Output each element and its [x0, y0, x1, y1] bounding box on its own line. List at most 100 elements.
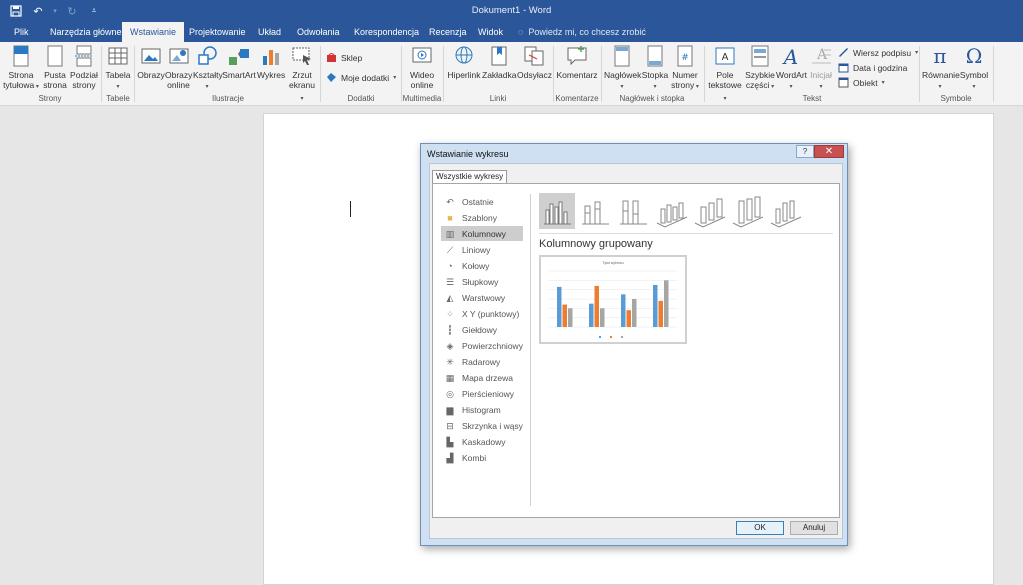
- chart-category-radar[interactable]: ✳ Radarowy: [441, 354, 523, 369]
- comment-icon: [567, 46, 587, 66]
- preview-legend-swatch: [621, 336, 623, 338]
- footer-button[interactable]: Stopka ▾: [641, 45, 669, 92]
- footer-icon: [647, 45, 663, 67]
- smartart-label: SmartArt: [222, 70, 256, 80]
- chart-button[interactable]: Wykres: [257, 45, 285, 80]
- preview-legend: [599, 336, 623, 338]
- text-cursor: [350, 201, 351, 217]
- page-break-button[interactable]: Podział strony: [70, 45, 98, 90]
- page-number-button[interactable]: # Numer strony ▾: [670, 45, 700, 92]
- subtype-3d-100-stacked-column[interactable]: [729, 193, 765, 229]
- tab-insert[interactable]: Wstawianie: [122, 22, 185, 42]
- bookmark-label: Zakładka: [482, 70, 517, 80]
- tab-layout[interactable]: Układ: [250, 22, 289, 42]
- subtype-stacked-column[interactable]: [577, 193, 613, 229]
- tab-all-charts[interactable]: Wszystkie wykresy: [432, 170, 508, 183]
- chart-category-histogram[interactable]: ▆ Histogram: [441, 402, 523, 417]
- tab-file[interactable]: Plik: [6, 22, 37, 42]
- chart-category-surface[interactable]: ◈ Powierzchniowy: [441, 338, 523, 353]
- chevron-down-icon: ▾: [34, 84, 39, 90]
- shapes-button[interactable]: Kształty ▾: [193, 45, 223, 92]
- chart-category-box-whisker[interactable]: ⊟ Skrzynka i wąsy: [441, 418, 523, 433]
- bookmark-button[interactable]: Zakładka: [482, 45, 517, 80]
- blank-page-button[interactable]: Pusta strona: [42, 45, 68, 90]
- cover-page-button[interactable]: Strona tytułowa ▾: [3, 45, 39, 92]
- chart-category-pie[interactable]: ◔ Kołowy: [441, 258, 523, 273]
- column-chart-icon: ▥: [445, 228, 455, 239]
- cross-reference-label: Odsyłacz: [517, 70, 552, 80]
- tab-review[interactable]: Recenzja: [421, 22, 475, 42]
- tab-mailings[interactable]: Korespondencja: [346, 22, 427, 42]
- chart-category-scatter[interactable]: ⁘ X Y (punktowy): [441, 306, 523, 321]
- my-addins-button[interactable]: Moje dodatki ▾: [326, 72, 396, 83]
- cover-page-icon: [13, 45, 29, 67]
- quick-parts-button[interactable]: Szybkie części ▾: [744, 45, 776, 92]
- tab-home[interactable]: Narzędzia główne: [42, 22, 130, 42]
- object-button[interactable]: Obiekt ▾: [838, 77, 885, 88]
- header-button[interactable]: Nagłówek ▾: [604, 45, 641, 92]
- category-label: Powierzchniowy: [462, 340, 523, 351]
- category-label: Kolumnowy: [462, 228, 506, 239]
- page-break-label-1: Podział: [70, 70, 98, 80]
- subtype-3d-stacked-column[interactable]: [691, 193, 727, 229]
- svg-text:#: #: [681, 53, 689, 63]
- cancel-button[interactable]: Anuluj: [790, 521, 838, 535]
- chart-category-bar[interactable]: ☰ Słupkowy: [441, 274, 523, 289]
- chart-preview[interactable]: Tytuł wykresu: [539, 255, 687, 344]
- chart-category-stock[interactable]: ┇ Giełdowy: [441, 322, 523, 337]
- cross-reference-button[interactable]: Odsyłacz: [517, 45, 552, 80]
- chart-subtype-row: [539, 193, 839, 229]
- chart-category-sunburst[interactable]: ◎ Pierścieniowy: [441, 386, 523, 401]
- subtype-clustered-column[interactable]: [539, 193, 575, 229]
- chart-category-column[interactable]: ▥ Kolumnowy: [441, 226, 523, 241]
- tell-me-box[interactable]: ◌ Powiedz mi, co chcesz zrobić: [518, 22, 646, 42]
- comment-button[interactable]: Komentarz: [556, 45, 598, 80]
- preview-bar: [632, 299, 637, 327]
- online-video-button[interactable]: Wideo online: [406, 45, 438, 90]
- equation-button[interactable]: π Równanie ▾: [922, 45, 960, 92]
- wordart-button[interactable]: A WordArt ▾: [776, 45, 807, 92]
- store-button[interactable]: Sklep: [326, 52, 362, 63]
- signature-line-button[interactable]: Wiersz podpisu ▾: [838, 47, 918, 58]
- preview-chart-plot: [549, 270, 677, 338]
- help-button[interactable]: ?: [796, 145, 814, 158]
- smartart-button[interactable]: SmartArt: [222, 45, 256, 80]
- table-icon: [108, 47, 128, 65]
- date-time-button[interactable]: Data i godzina: [838, 62, 907, 73]
- online-pictures-button[interactable]: Obrazy online: [165, 45, 192, 90]
- waterfall-chart-icon: ▙: [446, 436, 454, 447]
- subtype-3d-column[interactable]: [767, 193, 803, 229]
- group-label-media: Multimedia: [402, 94, 442, 103]
- category-label: Skrzynka i wąsy: [462, 420, 523, 431]
- chart-category-combo[interactable]: ▟ Kombi: [441, 450, 523, 465]
- close-button[interactable]: ✕: [814, 145, 844, 158]
- quick-parts-label-1: Szybkie: [745, 70, 775, 80]
- chart-category-templates[interactable]: ■ Szablony: [441, 210, 523, 225]
- ok-button[interactable]: OK: [736, 521, 784, 535]
- bookmark-icon: [491, 46, 507, 66]
- table-button[interactable]: Tabela ▾: [104, 45, 132, 92]
- title-bar: ↶ ▾ ↻ ⩡ Dokument1 - Word: [0, 0, 1023, 22]
- dialog-body: Wszystkie wykresy ↶ Ostatnie ■ Szablony ▥ K…: [429, 163, 843, 539]
- chart-category-line[interactable]: ⟋ Liniowy: [441, 242, 523, 257]
- hyperlink-button[interactable]: Hiperlink: [447, 45, 481, 80]
- tab-references[interactable]: Odwołania: [289, 22, 348, 42]
- chart-category-treemap[interactable]: ▦ Mapa drzewa: [441, 370, 523, 385]
- area-chart-icon: ◭: [446, 292, 454, 303]
- group-separator: [320, 46, 321, 102]
- subtype-3d-clustered-column[interactable]: [653, 193, 689, 229]
- pictures-button[interactable]: Obrazy: [137, 45, 165, 80]
- chart-category-recent[interactable]: ↶ Ostatnie: [441, 194, 523, 209]
- chart-category-waterfall[interactable]: ▙ Kaskadowy: [441, 434, 523, 449]
- drop-cap-button[interactable]: A Inicjał ▾: [808, 45, 834, 92]
- category-label: Warstwowy: [462, 292, 506, 303]
- preview-bar: [626, 310, 631, 327]
- stock-chart-icon: ┇: [447, 324, 453, 335]
- tab-view[interactable]: Widok: [470, 22, 511, 42]
- tab-design[interactable]: Projektowanie: [181, 22, 254, 42]
- table-label: Tabela: [105, 70, 131, 80]
- subtype-100-stacked-column[interactable]: [615, 193, 651, 229]
- preview-legend-swatch: [610, 336, 612, 338]
- chart-category-area[interactable]: ◭ Warstwowy: [441, 290, 523, 305]
- symbol-button[interactable]: Ω Symbol ▾: [959, 45, 989, 92]
